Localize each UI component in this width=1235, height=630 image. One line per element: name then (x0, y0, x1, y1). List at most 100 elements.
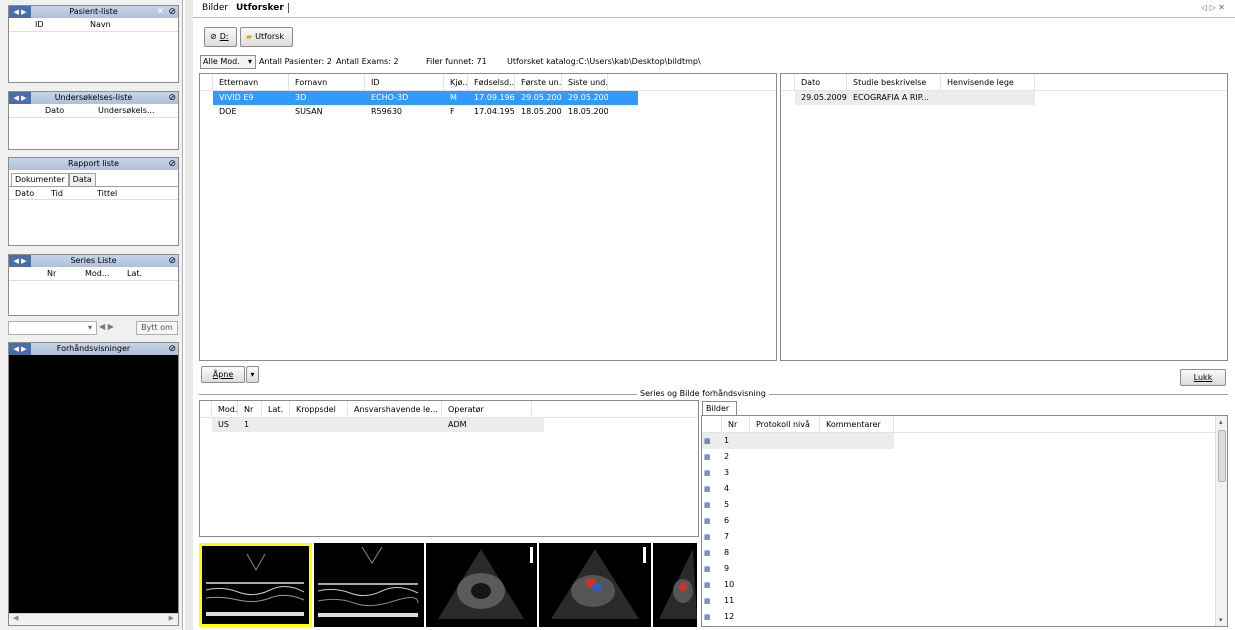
scroll-down-icon[interactable]: ▾ (1219, 616, 1223, 624)
nav-arrows-icon[interactable]: ◀ ▶ (9, 6, 31, 18)
patient-row[interactable]: VIVID E9 3D ECHO-3D M 17.09.1964 29.05.2… (200, 91, 638, 105)
col-last-exam[interactable]: Siste und... (562, 74, 608, 90)
patient-list-panel: ◀ ▶ Pasient-liste ✕ ⊘ ID Navn (8, 5, 179, 83)
open-dropdown-button[interactable]: ▾ (246, 366, 259, 383)
exam-list-header: Dato Undersøkels... (9, 104, 178, 118)
preview-title-bar: ◀ ▶ Forhåndsvisninger ⊘ (9, 343, 178, 355)
col-id[interactable]: ID (365, 74, 444, 90)
open-button[interactable]: Åpne (201, 366, 245, 383)
ultrasound-thumbnail[interactable] (314, 543, 424, 627)
col-id[interactable]: ID (9, 18, 54, 31)
col-nr[interactable]: Nr (238, 401, 262, 417)
pin-icon[interactable]: ⊘ (168, 255, 176, 267)
image-row[interactable]: ▦ 9 (702, 561, 1227, 577)
tab-images[interactable]: Bilder (202, 3, 228, 13)
pin-icon[interactable]: ⊘ (168, 6, 176, 18)
col-lat[interactable]: Lat. (262, 401, 290, 417)
col-lat[interactable]: Lat. (103, 267, 142, 280)
col-first-exam[interactable]: Første un... (515, 74, 562, 90)
image-row[interactable]: ▦ 12 (702, 609, 1227, 625)
prev-next-icon[interactable]: ◀ ▶ (99, 322, 114, 331)
image-row[interactable]: ▦ 10 (702, 577, 1227, 593)
tab-images-list[interactable]: Bilder (702, 401, 737, 416)
image-row[interactable]: ▦ 11 (702, 593, 1227, 609)
image-file-icon: ▦ (704, 533, 711, 541)
ultrasound-thumbnail[interactable] (426, 543, 537, 627)
image-rows: ▦ 1 ▦ 2 ▦ 3 ▦ 4 ▦ 5 ▦ 6 ▦ 7 ▦ 8 ▦ 9 ▦ 10 ▦ 11 ▦ 12 (702, 433, 1227, 625)
col-date[interactable]: Dato (9, 104, 84, 117)
cell: ECHO-3D (371, 93, 409, 102)
image-row[interactable]: ▦ 6 (702, 513, 1227, 529)
image-row[interactable]: ▦ 2 (702, 449, 1227, 465)
col-referring-physician[interactable]: Henvisende lege (941, 74, 1035, 90)
study-row[interactable]: 29.05.2009 ECOGRAFIA A RIP... (781, 91, 1035, 105)
image-row[interactable]: ▦ 7 (702, 529, 1227, 545)
preview-panel: ◀ ▶ Forhåndsvisninger ⊘ ◀ ▶ (8, 342, 179, 626)
preview-scrollbar[interactable]: ◀ ▶ (9, 613, 178, 625)
chevron-down-icon: ▾ (247, 57, 252, 66)
col-nr[interactable]: Nr (9, 267, 63, 280)
col-nr[interactable]: Nr (722, 416, 750, 432)
tab-data[interactable]: Data (68, 173, 96, 186)
col-firstname[interactable]: Fornavn (289, 74, 365, 90)
col-name[interactable]: Navn (54, 18, 111, 31)
series-select[interactable]: ▾ (8, 321, 97, 335)
image-row[interactable]: ▦ 1 (702, 433, 894, 449)
window-controls[interactable]: ◁ ▷ ✕ (1201, 3, 1225, 12)
swap-button[interactable]: Bytt om (136, 321, 178, 335)
pin-icon[interactable]: ⊘ (168, 158, 176, 170)
col-operator[interactable]: Operatør (442, 401, 532, 417)
ultrasound-thumbnail[interactable] (653, 543, 697, 627)
col-title[interactable]: Tittel (91, 187, 117, 199)
modality-select[interactable]: Alle Mod. ▾ (200, 55, 256, 69)
report-list-panel: Rapport liste ⊘ Dokumenter Data Dato Tid… (8, 157, 179, 246)
pin-icon[interactable]: ⊘ (168, 343, 176, 355)
col-time[interactable]: Tid (45, 187, 91, 199)
image-row[interactable]: ▦ 3 (702, 465, 1227, 481)
image-file-icon: ▦ (704, 437, 711, 445)
ultrasound-mmode-image (317, 546, 419, 617)
nav-arrows-icon[interactable]: ◀ ▶ (9, 92, 31, 104)
images-scrollbar[interactable]: ▴ ▾ (1215, 416, 1227, 626)
tab-documents[interactable]: Dokumenter (11, 173, 69, 186)
scrollbar-thumb[interactable] (1218, 430, 1226, 482)
col-mod[interactable]: Mod. (212, 401, 238, 417)
col-lastname[interactable]: Etternavn (213, 74, 289, 90)
explore-button[interactable]: ▰ Utforsk (240, 27, 293, 47)
col-sex[interactable]: Kjø... (444, 74, 468, 90)
image-row[interactable]: ▦ 8 (702, 545, 1227, 561)
col-mod[interactable]: Mod... (63, 267, 110, 280)
main-area: Bilder Utforsker ◁ ▷ ✕ ⊘ D: ▰ Utforsk Al… (193, 0, 1235, 630)
scroll-up-icon[interactable]: ▴ (1219, 418, 1223, 426)
scroll-left-icon[interactable]: ◀ (13, 614, 18, 622)
left-dock: ◀ ▶ Pasient-liste ✕ ⊘ ID Navn ◀ ▶ Unders… (0, 0, 183, 630)
patient-row[interactable]: DOE SUSAN R59630 F 17.04.1950 18.05.2006… (200, 105, 776, 119)
dock-splitter[interactable] (184, 0, 193, 630)
drive-button[interactable]: ⊘ D: (204, 27, 237, 47)
close-button[interactable]: Lukk (1180, 369, 1226, 386)
scroll-right-icon[interactable]: ▶ (169, 614, 174, 622)
patient-list-header: ID Navn (9, 18, 178, 32)
col-study-description[interactable]: Studie beskrivelse (847, 74, 941, 90)
ultrasound-thumbnail[interactable] (199, 543, 312, 627)
col-bodypart[interactable]: Kroppsdel (290, 401, 348, 417)
col-exam[interactable]: Undersøkels... (84, 104, 155, 117)
col-protocol[interactable]: Protokoll nivå (750, 416, 820, 432)
tab-explorer[interactable]: Utforsker (236, 3, 289, 13)
cell: ECOGRAFIA A RIP... (853, 93, 929, 102)
col-date[interactable]: Dato (795, 74, 847, 90)
series-row[interactable]: US 1 ADM (200, 418, 544, 432)
cell: US (218, 420, 229, 429)
col-birthdate[interactable]: Fødselsd... (468, 74, 515, 90)
col-date[interactable]: Dato (9, 187, 45, 199)
image-row[interactable]: ▦ 4 (702, 481, 1227, 497)
nav-arrows-icon[interactable]: ◀ ▶ (9, 343, 31, 355)
col-comments[interactable]: Kommentarer (820, 416, 894, 432)
close-icon[interactable]: ✕ (156, 6, 164, 18)
nav-arrows-icon[interactable]: ◀ ▶ (9, 255, 31, 267)
exam-list-title: Undersøkelses-liste (54, 93, 133, 102)
col-responsible[interactable]: Ansvarshavende le... (348, 401, 442, 417)
image-row[interactable]: ▦ 5 (702, 497, 1227, 513)
ultrasound-thumbnail[interactable] (539, 543, 651, 627)
pin-icon[interactable]: ⊘ (168, 92, 176, 104)
